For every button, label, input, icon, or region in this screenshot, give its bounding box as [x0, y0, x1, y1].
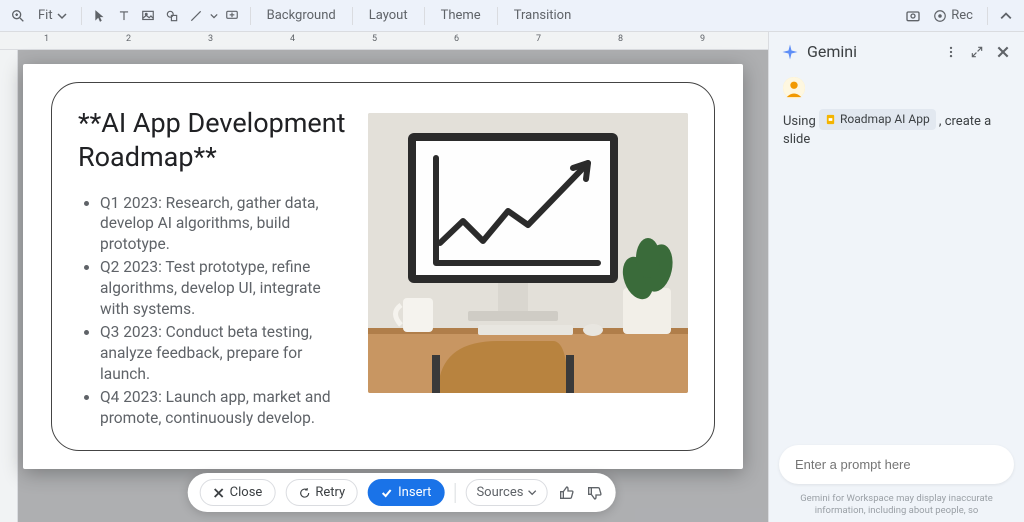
- background-button[interactable]: Background: [259, 4, 344, 27]
- slide-bullets: Q1 2023: Research, gather data, develop …: [78, 193, 348, 431]
- slides-file-icon: [825, 114, 836, 125]
- disclaimer-text: Gemini for Workspace may display inaccur…: [779, 493, 1014, 516]
- zoom-label: Fit: [38, 8, 53, 23]
- line-dropdown-icon[interactable]: [210, 12, 218, 20]
- slide-bullet: Q1 2023: Research, gather data, develop …: [100, 193, 348, 256]
- close-button[interactable]: Close: [200, 479, 276, 506]
- prompt-input[interactable]: [779, 445, 1014, 484]
- slide-frame: **AI App Development Roadmap** Q1 2023: …: [51, 82, 715, 451]
- text-tool-icon[interactable]: [114, 6, 134, 26]
- ruler-vertical: [0, 50, 18, 522]
- close-panel-icon[interactable]: [994, 43, 1012, 61]
- layout-button[interactable]: Layout: [361, 4, 416, 27]
- slide-image: [368, 113, 688, 393]
- side-panel-body: Using Roadmap AI App , create a slide Ge…: [769, 71, 1024, 522]
- main-area: 1 2 3 4 5 6 7 8 9 **AI App Development R…: [0, 32, 1024, 522]
- select-tool-icon[interactable]: [90, 6, 110, 26]
- insert-label: Insert: [398, 485, 431, 500]
- slide-bullet: Q2 2023: Test prototype, refine algorith…: [100, 257, 348, 320]
- collapse-icon[interactable]: [996, 6, 1016, 26]
- expand-icon[interactable]: [968, 43, 986, 61]
- sources-button[interactable]: Sources: [465, 479, 547, 506]
- rec-button[interactable]: Rec: [927, 6, 979, 25]
- prompt-display: Using Roadmap AI App , create a slide: [783, 109, 1010, 149]
- sources-label: Sources: [476, 485, 523, 500]
- side-panel-header: Gemini: [769, 32, 1024, 71]
- gemini-logo-icon: [781, 43, 799, 61]
- close-label: Close: [230, 485, 263, 500]
- canvas-inner: **AI App Development Roadmap** Q1 2023: …: [18, 50, 768, 522]
- insert-button[interactable]: Insert: [368, 479, 444, 506]
- side-panel-title: Gemini: [807, 42, 934, 61]
- slide-bullet: Q3 2023: Conduct beta testing, analyze f…: [100, 322, 348, 385]
- using-text: Using: [783, 114, 816, 129]
- zoom-select[interactable]: Fit: [32, 6, 73, 25]
- gemini-side-panel: Gemini Using Roadmap AI App , create a s…: [768, 32, 1024, 522]
- prompt-input-wrap: [779, 445, 1014, 484]
- user-avatar: [783, 77, 805, 99]
- file-chip[interactable]: Roadmap AI App: [819, 109, 936, 130]
- zoom-in-icon[interactable]: [8, 6, 28, 26]
- image-tool-icon[interactable]: [138, 6, 158, 26]
- thumbs-down-icon[interactable]: [585, 484, 603, 502]
- retry-button[interactable]: Retry: [285, 479, 358, 506]
- theme-button[interactable]: Theme: [433, 4, 489, 27]
- slide-preview: **AI App Development Roadmap** Q1 2023: …: [23, 64, 743, 469]
- thumbs-up-icon[interactable]: [557, 484, 575, 502]
- toolbar: Fit Background Layout Theme Transition R…: [0, 0, 1024, 32]
- retry-label: Retry: [315, 485, 345, 500]
- capture-icon[interactable]: [903, 6, 923, 26]
- rec-label: Rec: [951, 8, 973, 23]
- slide-text-column: **AI App Development Roadmap** Q1 2023: …: [78, 107, 348, 432]
- action-bar: Close Retry Insert Sources: [188, 473, 616, 512]
- slide-title: **AI App Development Roadmap**: [78, 107, 348, 175]
- ruler-horizontal: 1 2 3 4 5 6 7 8 9: [0, 32, 768, 50]
- transition-button[interactable]: Transition: [506, 4, 580, 27]
- chip-label: Roadmap AI App: [840, 111, 930, 128]
- slide-image-column: [368, 107, 688, 432]
- line-tool-icon[interactable]: [186, 6, 206, 26]
- shape-tool-icon[interactable]: [162, 6, 182, 26]
- slide-bullet: Q4 2023: Launch app, market and promote,…: [100, 387, 348, 429]
- comment-icon[interactable]: [222, 6, 242, 26]
- more-icon[interactable]: [942, 43, 960, 61]
- canvas-area: 1 2 3 4 5 6 7 8 9 **AI App Development R…: [0, 32, 768, 522]
